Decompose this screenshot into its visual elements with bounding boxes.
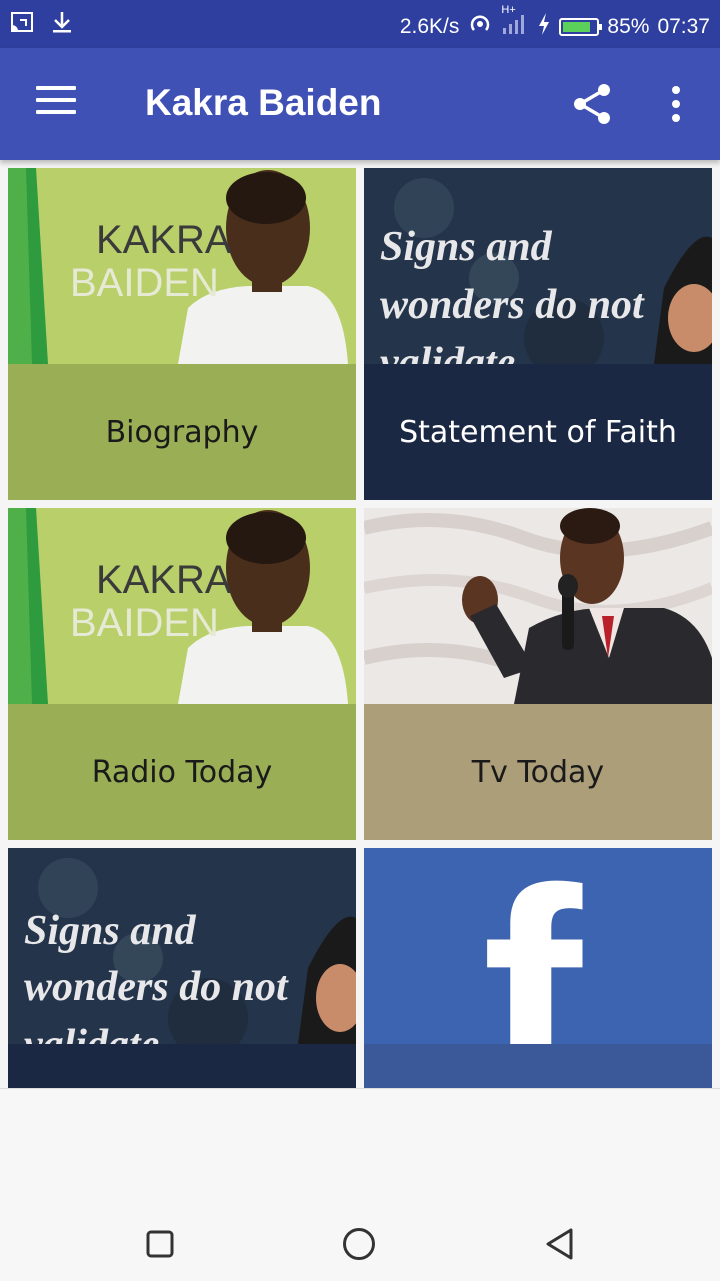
navigation-bar — [0, 1088, 720, 1281]
kakra-text: KAKRA — [96, 218, 232, 262]
menu-grid: KAKRA BAIDEN Biography Signs and wonders… — [0, 160, 720, 1088]
more-vert-icon[interactable] — [664, 84, 688, 124]
signs-text-1: Signs and — [380, 224, 553, 270]
kakra-text: KAKRA — [96, 558, 232, 602]
tile-label: Tv Today — [364, 704, 712, 840]
network-type: H+ — [501, 4, 516, 16]
battery-level-fill — [563, 22, 591, 32]
tile-label: Statement of Faith — [364, 364, 712, 500]
signs-text-1: Signs and — [24, 908, 197, 954]
tv-image — [364, 508, 712, 704]
app-bar: Kakra Baiden — [0, 48, 720, 160]
net-speed: 2.6K/s — [399, 15, 460, 38]
signs-text-3: validate — [24, 1022, 159, 1044]
battery-icon — [559, 18, 603, 36]
tile-biography[interactable]: KAKRA BAIDEN Biography — [8, 168, 356, 500]
clock: 07:37 — [657, 15, 710, 38]
tile-radio-today[interactable]: KAKRA BAIDEN Radio Today — [8, 508, 356, 840]
app-title: Kakra Baiden — [145, 82, 382, 123]
home-circle-icon[interactable] — [342, 1227, 376, 1265]
recents-square-icon[interactable] — [145, 1229, 175, 1263]
tile-faith-2[interactable]: Signs and wonders do not validate — [8, 848, 356, 1088]
tile-label: Radio Today — [8, 704, 356, 840]
facebook-f-text: f — [482, 848, 585, 1044]
tile-label: Biography — [8, 364, 356, 500]
status-bar: 2.6K/s H+ 85% 07:37 — [0, 0, 720, 48]
signal-icon: H+ — [501, 4, 529, 42]
signs-text-2: wonders do not — [24, 964, 289, 1010]
share-icon[interactable] — [570, 82, 614, 126]
tile-label — [8, 1044, 356, 1088]
signs-text-2: wonders do not — [380, 282, 645, 328]
radio-image: KAKRA BAIDEN — [8, 508, 356, 704]
signs-text-3: validate — [380, 340, 515, 364]
statement-image: Signs and wonders do not validate — [364, 168, 712, 364]
tile-label — [364, 1044, 712, 1088]
tile-tv-today[interactable]: Tv Today — [364, 508, 712, 840]
charging-icon — [537, 12, 551, 42]
screen-cast-icon — [10, 10, 34, 39]
tile-facebook[interactable]: f — [364, 848, 712, 1088]
tile-statement-of-faith[interactable]: Signs and wonders do not validate Statem… — [364, 168, 712, 500]
download-icon — [50, 10, 74, 39]
back-triangle-icon[interactable] — [544, 1227, 576, 1265]
menu-icon[interactable] — [36, 86, 76, 122]
hotspot-icon — [467, 11, 493, 43]
faith-image-2: Signs and wonders do not validate — [8, 848, 356, 1044]
facebook-icon: f — [364, 848, 712, 1044]
baiden-text: BAIDEN — [70, 261, 219, 305]
baiden-text: BAIDEN — [70, 601, 219, 645]
battery-percent: 85% — [607, 15, 650, 38]
biography-image: KAKRA BAIDEN — [8, 168, 356, 364]
